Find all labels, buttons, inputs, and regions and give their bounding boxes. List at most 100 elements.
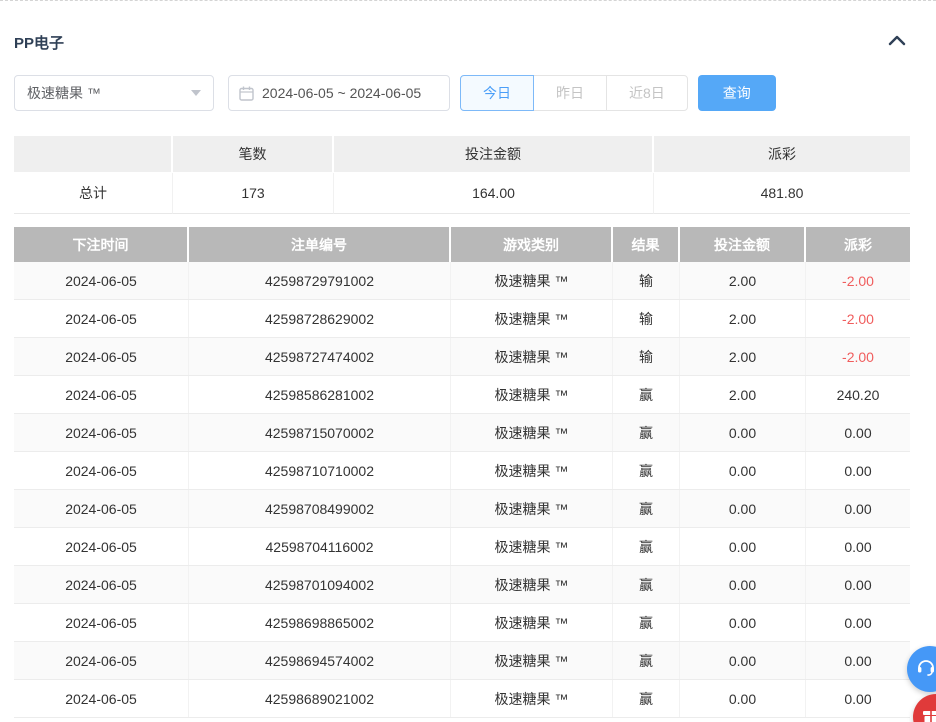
cell-order-no: 42598694574002 (189, 642, 451, 679)
cell-result: 赢 (613, 604, 680, 641)
date-quick-button-group: 今日 昨日 近8日 (460, 75, 688, 111)
header-payout: 派彩 (806, 227, 910, 262)
collapse-panel-button[interactable] (888, 33, 906, 51)
cell-result: 赢 (613, 376, 680, 413)
cell-bet-time: 2024-06-05 (14, 452, 189, 489)
cell-result: 赢 (613, 452, 680, 489)
table-row: 2024-06-0542598710710002极速糖果 ™赢0.000.00 (14, 452, 910, 490)
cell-order-no: 42598727474002 (189, 338, 451, 375)
table-row: 2024-06-0542598708499002极速糖果 ™赢0.000.00 (14, 490, 910, 528)
summary-total-bet-amount: 164.00 (334, 173, 654, 214)
table-row: 2024-06-0542598701094002极速糖果 ™赢0.000.00 (14, 566, 910, 604)
summary-total-payout: 481.80 (654, 173, 910, 214)
table-row: 2024-06-0542598715070002极速糖果 ™赢0.000.00 (14, 414, 910, 452)
date-range-value: 2024-06-05 ~ 2024-06-05 (262, 85, 421, 101)
summary-header-bet-amount: 投注金额 (334, 136, 654, 172)
cell-payout: 0.00 (806, 642, 910, 679)
cell-payout: -2.00 (806, 300, 910, 337)
cell-bet-amount: 0.00 (680, 604, 806, 641)
cell-game-type: 极速糖果 ™ (451, 528, 613, 565)
panel-title: PP电子 (14, 32, 64, 53)
header-bet-time: 下注时间 (14, 227, 189, 262)
cell-payout: 0.00 (806, 528, 910, 565)
summary-header-payout: 派彩 (654, 136, 910, 172)
cell-game-type: 极速糖果 ™ (451, 300, 613, 337)
cell-order-no: 42598715070002 (189, 414, 451, 451)
cell-payout: 0.00 (806, 414, 910, 451)
cell-game-type: 极速糖果 ™ (451, 262, 613, 299)
header-game-type: 游戏类别 (451, 227, 613, 262)
cell-game-type: 极速糖果 ™ (451, 604, 613, 641)
cell-result: 赢 (613, 566, 680, 603)
bet-table-header-row: 下注时间 注单编号 游戏类别 结果 投注金额 派彩 (14, 227, 910, 262)
cell-bet-amount: 2.00 (680, 262, 806, 299)
cell-result: 赢 (613, 680, 680, 717)
cell-payout: 0.00 (806, 680, 910, 717)
table-row: 2024-06-0542598729791002极速糖果 ™输2.00-2.00 (14, 262, 910, 300)
cell-bet-time: 2024-06-05 (14, 262, 189, 299)
cell-order-no: 42598586281002 (189, 376, 451, 413)
quick-button-today[interactable]: 今日 (460, 75, 534, 111)
cell-game-type: 极速糖果 ™ (451, 414, 613, 451)
cell-bet-time: 2024-06-05 (14, 680, 189, 717)
table-row: 2024-06-0542598698865002极速糖果 ™赢0.000.00 (14, 604, 910, 642)
cell-result: 赢 (613, 414, 680, 451)
promotion-float-button[interactable] (913, 694, 936, 722)
cell-result: 赢 (613, 642, 680, 679)
summary-total-row: 总计 173 164.00 481.80 (14, 173, 910, 214)
cell-result: 赢 (613, 528, 680, 565)
table-row: 2024-06-0542598704116002极速糖果 ™赢0.000.00 (14, 528, 910, 566)
cell-bet-amount: 0.00 (680, 642, 806, 679)
game-select-value: 极速糖果 ™ (27, 83, 101, 103)
cell-game-type: 极速糖果 ™ (451, 490, 613, 527)
chevron-down-icon (191, 90, 201, 96)
cell-order-no: 42598729791002 (189, 262, 451, 299)
cell-order-no: 42598728629002 (189, 300, 451, 337)
panel-header: PP电子 (14, 31, 906, 53)
headset-icon (916, 657, 936, 682)
summary-total-label: 总计 (14, 173, 173, 214)
cell-bet-time: 2024-06-05 (14, 566, 189, 603)
quick-button-yesterday[interactable]: 昨日 (533, 75, 607, 111)
summary-header-blank (14, 136, 173, 172)
cell-game-type: 极速糖果 ™ (451, 338, 613, 375)
bet-table: 下注时间 注单编号 游戏类别 结果 投注金额 派彩 2024-06-054259… (14, 227, 910, 718)
cell-game-type: 极速糖果 ™ (451, 452, 613, 489)
customer-service-float-button[interactable] (907, 646, 936, 692)
date-range-input[interactable]: 2024-06-05 ~ 2024-06-05 (228, 75, 450, 111)
summary-header-row: 笔数 投注金额 派彩 (14, 136, 910, 172)
table-row: 2024-06-0542598727474002极速糖果 ™输2.00-2.00 (14, 338, 910, 376)
summary-table: 笔数 投注金额 派彩 总计 173 164.00 481.80 (14, 136, 910, 214)
quick-button-last8days[interactable]: 近8日 (606, 75, 688, 111)
summary-header-count: 笔数 (173, 136, 334, 172)
cell-game-type: 极速糖果 ™ (451, 566, 613, 603)
cell-bet-time: 2024-06-05 (14, 604, 189, 641)
table-row: 2024-06-0542598586281002极速糖果 ™赢2.00240.2… (14, 376, 910, 414)
cell-result: 赢 (613, 490, 680, 527)
cell-bet-time: 2024-06-05 (14, 300, 189, 337)
game-select[interactable]: 极速糖果 ™ (14, 75, 214, 111)
table-row: 2024-06-0542598694574002极速糖果 ™赢0.000.00 (14, 642, 910, 680)
header-result: 结果 (613, 227, 680, 262)
cell-bet-time: 2024-06-05 (14, 528, 189, 565)
cell-bet-time: 2024-06-05 (14, 642, 189, 679)
cell-bet-amount: 0.00 (680, 414, 806, 451)
cell-bet-amount: 0.00 (680, 490, 806, 527)
bet-table-body: 2024-06-0542598729791002极速糖果 ™输2.00-2.00… (14, 262, 910, 718)
cell-order-no: 42598698865002 (189, 604, 451, 641)
table-row: 2024-06-0542598689021002极速糖果 ™赢0.000.00 (14, 680, 910, 718)
gift-icon (921, 705, 936, 722)
cell-bet-amount: 2.00 (680, 300, 806, 337)
cell-bet-time: 2024-06-05 (14, 490, 189, 527)
chevron-up-icon (888, 33, 906, 51)
cell-bet-amount: 2.00 (680, 376, 806, 413)
cell-bet-amount: 0.00 (680, 528, 806, 565)
cell-bet-amount: 0.00 (680, 680, 806, 717)
cell-order-no: 42598689021002 (189, 680, 451, 717)
cell-result: 输 (613, 300, 680, 337)
cell-order-no: 42598710710002 (189, 452, 451, 489)
header-order-no: 注单编号 (189, 227, 451, 262)
cell-bet-amount: 0.00 (680, 566, 806, 603)
query-button[interactable]: 查询 (698, 75, 776, 111)
cell-result: 输 (613, 262, 680, 299)
